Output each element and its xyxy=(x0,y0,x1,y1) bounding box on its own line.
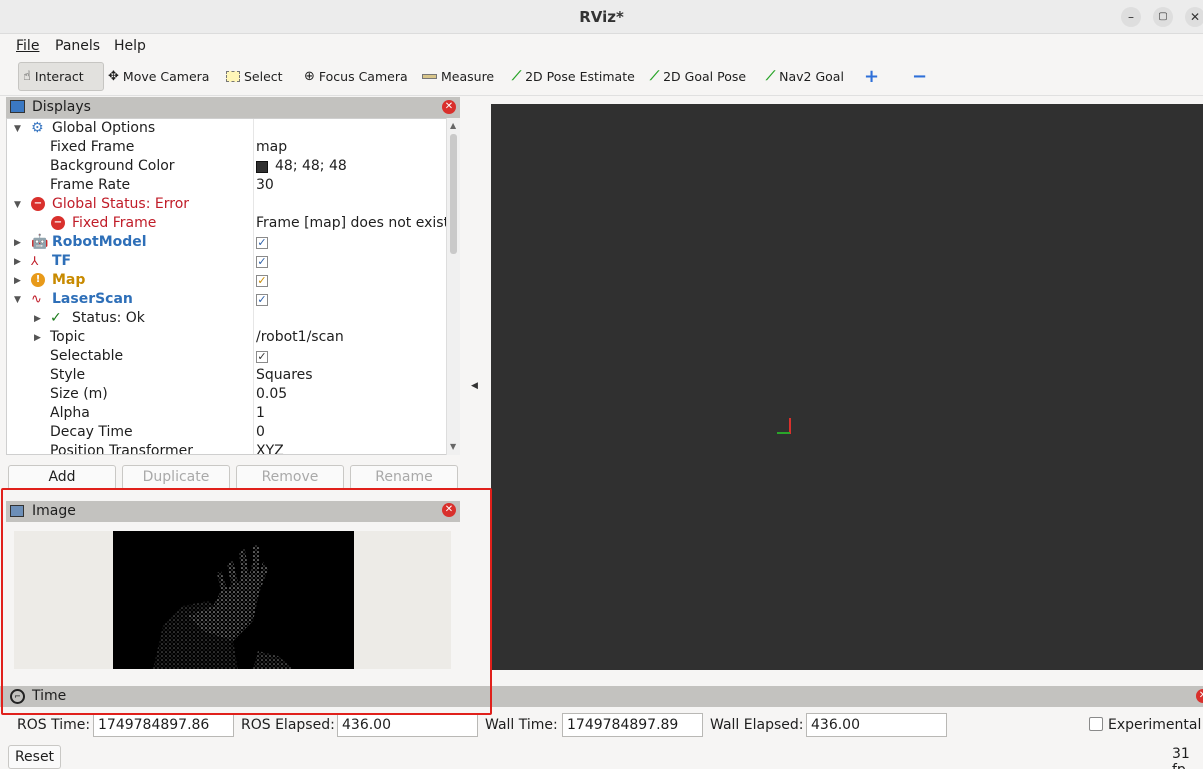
wall-time-field[interactable]: 1749784897.89 xyxy=(562,713,703,737)
rename-button[interactable]: Rename xyxy=(350,465,458,490)
crosshair-icon: ⊕ xyxy=(304,69,315,84)
add-tool-icon[interactable]: + xyxy=(864,62,879,91)
interact-label: Interact xyxy=(34,69,84,84)
tree-row-global-options[interactable]: ▼ ⚙ Global Options xyxy=(7,119,447,138)
wall-elapsed-field[interactable]: 436.00 xyxy=(806,713,947,737)
remove-button[interactable]: Remove xyxy=(236,465,344,490)
displays-tree[interactable]: ▼ ⚙ Global Options Fixed Frame map Backg… xyxy=(6,118,460,455)
robotmodel-checkbox[interactable]: ✓ xyxy=(256,237,268,249)
measure-button[interactable]: Measure xyxy=(422,62,494,91)
error-icon: − xyxy=(51,216,65,230)
close-time-icon[interactable]: ✕ xyxy=(1196,689,1203,703)
select-rect-icon xyxy=(226,71,240,82)
menu-panels[interactable]: Panels xyxy=(55,38,100,54)
close-button[interactable]: ✕ xyxy=(1185,7,1203,27)
add-button[interactable]: Add xyxy=(8,465,116,490)
green-arrow-icon: ⟋ xyxy=(650,69,660,84)
select-label: Select xyxy=(244,69,283,84)
tree-row-tf[interactable]: ▶ ⅄ TF ✓ xyxy=(7,252,447,271)
color-swatch xyxy=(256,161,268,173)
reset-button[interactable]: Reset xyxy=(8,745,61,769)
highlight-box xyxy=(1,488,492,715)
green-arrow-icon: ⟋ xyxy=(512,69,522,84)
maximize-button[interactable]: ▢ xyxy=(1153,7,1173,27)
wall-time-label: Wall Time: xyxy=(485,717,558,733)
map-checkbox[interactable]: ✓ xyxy=(256,275,268,287)
close-displays-icon[interactable]: ✕ xyxy=(442,100,456,114)
ruler-icon xyxy=(422,74,437,79)
displays-title: Displays xyxy=(32,99,91,115)
wall-elapsed-label: Wall Elapsed: xyxy=(710,717,804,733)
pose-estimate-button[interactable]: ⟋ 2D Pose Estimate xyxy=(512,62,635,91)
tree-row-selectable[interactable]: Selectable ✓ xyxy=(7,347,447,366)
scrollbar-thumb[interactable] xyxy=(450,134,457,254)
ros-time-label: ROS Time: xyxy=(17,717,91,733)
select-tool-button[interactable]: Select xyxy=(226,62,283,91)
nav2-goal-label: Nav2 Goal xyxy=(779,69,844,84)
tree-row-topic[interactable]: ▶ Topic /robot1/scan xyxy=(7,328,447,347)
focus-camera-button[interactable]: ⊕ Focus Camera xyxy=(304,62,408,91)
focus-camera-label: Focus Camera xyxy=(318,69,408,84)
fps-readout: 31 fp xyxy=(1172,746,1190,769)
warning-icon: ! xyxy=(31,273,45,287)
tree-row-robotmodel[interactable]: ▶ 🤖 RobotModel ✓ xyxy=(7,233,447,252)
tree-row-background-color[interactable]: Background Color 48; 48; 48 xyxy=(7,157,447,176)
pose-estimate-label: 2D Pose Estimate xyxy=(525,69,635,84)
hand-pointer-icon: ☝ xyxy=(23,69,31,84)
selectable-checkbox[interactable]: ✓ xyxy=(256,351,268,363)
tf-axes-icon: ⅄ xyxy=(31,254,39,268)
tree-row-fixed-frame-error[interactable]: − Fixed Frame Frame [map] does not exist xyxy=(7,214,449,233)
goal-pose-button[interactable]: ⟋ 2D Goal Pose xyxy=(650,62,746,91)
tf-checkbox[interactable]: ✓ xyxy=(256,256,268,268)
tree-row-map[interactable]: ▶ ! Map ✓ xyxy=(7,271,447,290)
tree-row-decay-time[interactable]: Decay Time 0 xyxy=(7,423,447,442)
monitor-icon xyxy=(10,100,25,113)
move-camera-button[interactable]: ✥ Move Camera xyxy=(108,62,209,91)
tree-row-size[interactable]: Size (m) 0.05 xyxy=(7,385,447,404)
axis-marker-y xyxy=(777,432,790,434)
ros-elapsed-field[interactable]: 436.00 xyxy=(337,713,478,737)
tree-row-alpha[interactable]: Alpha 1 xyxy=(7,404,447,423)
collapse-arrow-icon[interactable]: ◀ xyxy=(471,381,478,391)
nav2-goal-button[interactable]: ⟋ Nav2 Goal xyxy=(766,62,844,91)
interact-tool-button[interactable]: ☝ Interact xyxy=(18,62,104,91)
menu-file[interactable]: File xyxy=(16,38,39,54)
menu-bar xyxy=(0,34,1203,58)
tree-row-laserscan[interactable]: ▼ ∿ LaserScan ✓ xyxy=(7,290,447,309)
green-arrow-icon: ⟋ xyxy=(766,69,776,84)
error-icon: − xyxy=(31,197,45,211)
move-camera-label: Move Camera xyxy=(122,69,210,84)
menu-help[interactable]: Help xyxy=(114,38,146,54)
tree-row-frame-rate[interactable]: Frame Rate 30 xyxy=(7,176,447,195)
laserscan-checkbox[interactable]: ✓ xyxy=(256,294,268,306)
laser-wave-icon: ∿ xyxy=(31,292,42,307)
move-arrows-icon: ✥ xyxy=(108,69,119,84)
ros-elapsed-label: ROS Elapsed: xyxy=(241,717,335,733)
gear-icon: ⚙ xyxy=(31,120,44,136)
displays-header: Displays xyxy=(6,97,460,118)
duplicate-button[interactable]: Duplicate xyxy=(122,465,230,490)
3d-viewport[interactable] xyxy=(491,104,1203,670)
tree-row-fixed-frame[interactable]: Fixed Frame map xyxy=(7,138,447,157)
displays-scrollbar[interactable]: ▲ ▼ xyxy=(446,118,460,455)
tree-row-global-status[interactable]: ▼ − Global Status: Error xyxy=(7,195,447,214)
goal-pose-label: 2D Goal Pose xyxy=(663,69,747,84)
experimental-checkbox[interactable] xyxy=(1089,717,1103,731)
experimental-label: Experimental xyxy=(1108,717,1202,733)
tree-row-style[interactable]: Style Squares xyxy=(7,366,447,385)
ros-time-field[interactable]: 1749784897.86 xyxy=(93,713,234,737)
measure-label: Measure xyxy=(441,69,495,84)
robot-icon: 🤖 xyxy=(31,234,49,250)
minimize-button[interactable]: – xyxy=(1121,7,1141,27)
tree-row-status-ok[interactable]: ▶ ✓ Status: Ok xyxy=(7,309,447,328)
remove-tool-icon[interactable]: − xyxy=(912,62,927,91)
tree-row-position-transformer[interactable]: Position Transformer XYZ xyxy=(7,442,447,454)
window-title: RViz* xyxy=(579,8,624,26)
checkmark-icon: ✓ xyxy=(50,310,62,326)
